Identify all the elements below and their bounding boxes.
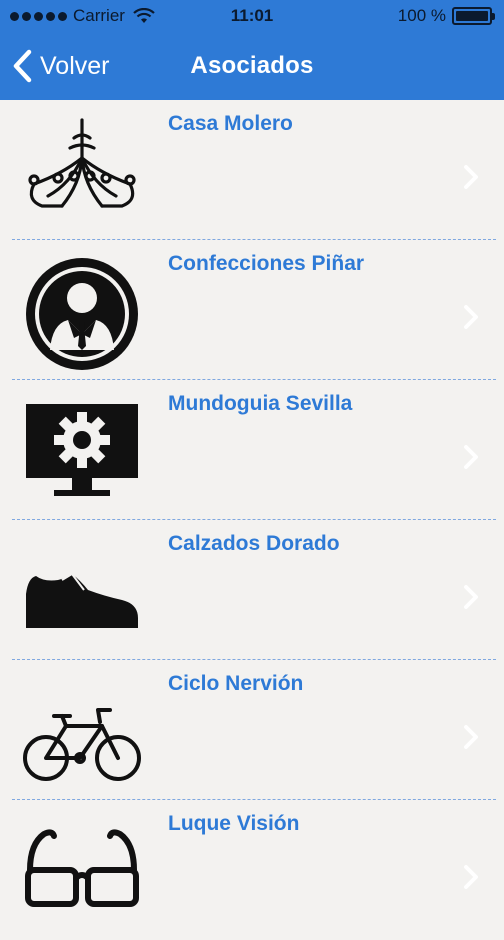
shoe-icon	[26, 572, 138, 628]
chevron-right-icon	[464, 445, 478, 469]
list-item[interactable]: Mundoguia Sevilla	[0, 380, 504, 520]
chevron-right-icon	[464, 865, 478, 889]
list-item[interactable]: Luque Visión	[0, 800, 504, 940]
chandelier-icon	[28, 118, 136, 208]
chevron-right-icon	[464, 165, 478, 189]
item-name: Luque Visión	[168, 812, 300, 835]
businessman-icon	[26, 258, 138, 370]
list-item[interactable]: Ciclo Nervión	[0, 660, 504, 800]
item-name: Calzados Dorado	[168, 532, 340, 555]
page-title: Asociados	[190, 52, 314, 79]
chevron-right-icon	[464, 585, 478, 609]
battery-icon	[452, 7, 495, 25]
navigation-bar: Volver Asociados	[0, 32, 504, 100]
list-item[interactable]: Calzados Dorado	[0, 520, 504, 660]
item-name: Ciclo Nervión	[168, 672, 304, 695]
item-name: Mundoguia Sevilla	[168, 392, 353, 415]
item-name: Casa Molero	[168, 112, 293, 135]
bicycle-icon	[23, 708, 141, 781]
monitor-gear-icon	[26, 404, 138, 496]
glasses-icon	[25, 829, 139, 907]
status-bar: Carrier 11:01 100 %	[0, 0, 504, 32]
item-name: Confecciones Piñar	[168, 252, 365, 275]
status-right: 100 %	[397, 6, 495, 26]
list-item[interactable]: Confecciones Piñar	[0, 240, 504, 380]
associates-list: Casa Molero Confecciones Piñar Mundoguia…	[0, 100, 504, 940]
chevron-right-icon	[464, 305, 478, 329]
list-item[interactable]: Casa Molero	[0, 100, 504, 240]
battery-percent: 100 %	[397, 6, 446, 25]
chevron-right-icon	[464, 725, 478, 749]
